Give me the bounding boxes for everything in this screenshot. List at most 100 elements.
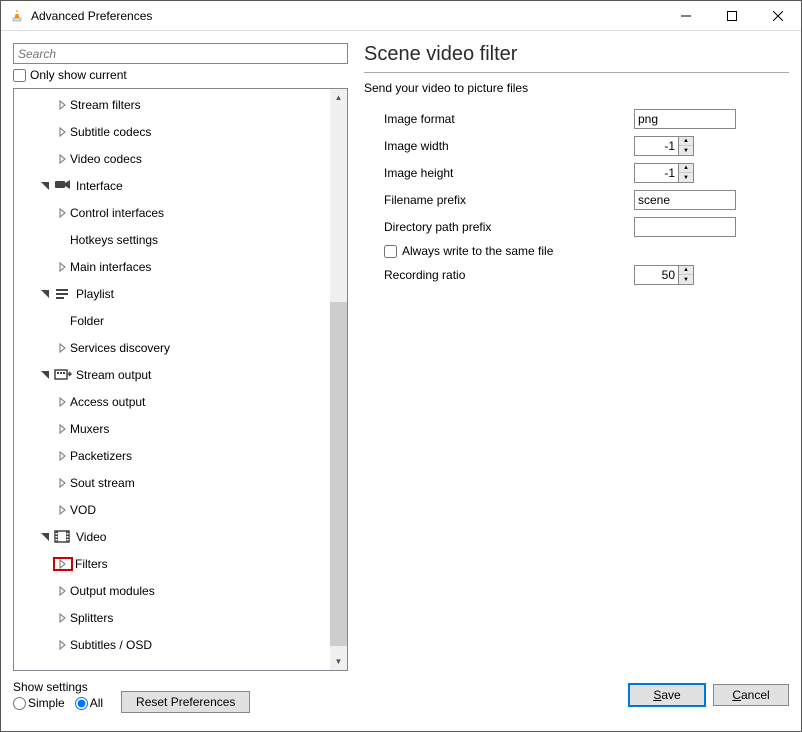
filename-prefix-input[interactable] xyxy=(634,190,736,210)
recording-ratio-input[interactable] xyxy=(634,265,678,285)
tree-item[interactable]: Video xyxy=(14,523,330,550)
spin-up-icon[interactable]: ▲ xyxy=(679,137,693,146)
tree-item[interactable]: Stream output xyxy=(14,361,330,388)
image-height-input[interactable] xyxy=(634,163,678,183)
tree-item[interactable]: Sout stream xyxy=(14,469,330,496)
spin-up-icon[interactable]: ▲ xyxy=(679,164,693,173)
chevron-right-icon[interactable] xyxy=(56,586,70,596)
minimize-button[interactable] xyxy=(663,1,709,31)
spin-down-icon[interactable]: ▼ xyxy=(679,146,693,155)
chevron-right-icon[interactable] xyxy=(56,505,70,515)
divider xyxy=(364,72,789,73)
cancel-button[interactable]: Cancel xyxy=(713,684,789,706)
tree-item[interactable]: Hotkeys settings xyxy=(14,226,330,253)
tree-item[interactable]: Video codecs xyxy=(14,145,330,172)
tree-item[interactable]: Muxers xyxy=(14,415,330,442)
title-bar: Advanced Preferences xyxy=(1,1,801,31)
spin-up-icon[interactable]: ▲ xyxy=(679,266,693,275)
image-width-label: Image width xyxy=(384,139,634,153)
tree-item[interactable]: VOD xyxy=(14,496,330,523)
scroll-up-button[interactable]: ▲ xyxy=(330,89,347,106)
tree-item[interactable]: Output modules xyxy=(14,577,330,604)
image-width-input[interactable] xyxy=(634,136,678,156)
scroll-thumb[interactable] xyxy=(330,302,347,646)
chevron-right-icon[interactable] xyxy=(56,208,70,218)
chevron-right-icon[interactable] xyxy=(56,613,70,623)
dir-prefix-input[interactable] xyxy=(634,217,736,237)
image-format-label: Image format xyxy=(384,112,634,126)
tree-item-label: Filters xyxy=(75,557,108,571)
chevron-right-icon[interactable] xyxy=(56,559,70,569)
chevron-right-icon[interactable] xyxy=(56,127,70,137)
tree-item[interactable]: Splitters xyxy=(14,604,330,631)
tree-item-label: Video codecs xyxy=(70,152,142,166)
highlight-box xyxy=(53,557,73,571)
left-panel: Only show current Stream filters Subtitle… xyxy=(13,43,348,671)
tree-item[interactable]: Folder xyxy=(14,307,330,334)
maximize-button[interactable] xyxy=(709,1,755,31)
right-panel: Scene video filter Send your video to pi… xyxy=(348,43,789,671)
chevron-right-icon[interactable] xyxy=(56,451,70,461)
search-input[interactable] xyxy=(13,43,348,64)
app-icon xyxy=(9,8,25,24)
chevron-right-icon[interactable] xyxy=(56,397,70,407)
only-show-current-input[interactable] xyxy=(13,69,26,82)
tree-item-label: Splitters xyxy=(70,611,113,625)
tree-item[interactable]: Subtitle codecs xyxy=(14,118,330,145)
tree-item-label: Subtitle codecs xyxy=(70,125,151,139)
tree-item-label: Control interfaces xyxy=(70,206,164,220)
stream-icon xyxy=(54,366,72,384)
chevron-right-icon[interactable] xyxy=(56,100,70,110)
tree-scrollbar[interactable]: ▲ ▼ xyxy=(330,89,347,670)
recording-ratio-label: Recording ratio xyxy=(384,268,634,282)
tree-item[interactable]: Main interfaces xyxy=(14,253,330,280)
tree-item-label: Subtitles / OSD xyxy=(70,638,152,652)
tree-item-label: Output modules xyxy=(70,584,155,598)
tree-item[interactable]: Control interfaces xyxy=(14,199,330,226)
preferences-tree[interactable]: Stream filters Subtitle codecs Video codec… xyxy=(14,89,330,670)
tree-item[interactable]: Playlist xyxy=(14,280,330,307)
save-button[interactable]: Save xyxy=(629,684,705,706)
tree-item-label: Interface xyxy=(76,179,123,193)
tree-item[interactable]: Stream filters xyxy=(14,91,330,118)
image-width-stepper[interactable]: ▲▼ xyxy=(634,136,694,156)
tree-item[interactable]: Packetizers xyxy=(14,442,330,469)
chevron-right-icon[interactable] xyxy=(56,478,70,488)
reset-preferences-button[interactable]: Reset Preferences xyxy=(121,691,250,713)
image-height-stepper[interactable]: ▲▼ xyxy=(634,163,694,183)
chevron-right-icon[interactable] xyxy=(56,640,70,650)
tree-item[interactable]: Subtitles / OSD xyxy=(14,631,330,658)
playlist-icon xyxy=(54,285,72,303)
chevron-down-icon[interactable] xyxy=(38,532,52,542)
tree-item[interactable]: Filters xyxy=(14,550,330,577)
scroll-track[interactable] xyxy=(330,106,347,653)
chevron-right-icon[interactable] xyxy=(56,262,70,272)
always-write-checkbox[interactable] xyxy=(384,245,397,258)
tree-item[interactable]: Access output xyxy=(14,388,330,415)
window-controls xyxy=(663,1,801,31)
chevron-right-icon[interactable] xyxy=(56,424,70,434)
image-format-input[interactable] xyxy=(634,109,736,129)
tree-item-label: Packetizers xyxy=(70,449,132,463)
tree-item-label: Main interfaces xyxy=(70,260,151,274)
chevron-down-icon[interactable] xyxy=(38,289,52,299)
tree-item[interactable]: Services discovery xyxy=(14,334,330,361)
section-title: Scene video filter xyxy=(364,43,789,66)
section-subtitle: Send your video to picture files xyxy=(364,81,789,95)
spin-down-icon[interactable]: ▼ xyxy=(679,275,693,284)
tree-item-label: Hotkeys settings xyxy=(70,233,158,247)
chevron-right-icon[interactable] xyxy=(56,343,70,353)
chevron-down-icon[interactable] xyxy=(38,181,52,191)
recording-ratio-stepper[interactable]: ▲▼ xyxy=(634,265,694,285)
chevron-right-icon[interactable] xyxy=(56,154,70,164)
spin-down-icon[interactable]: ▼ xyxy=(679,173,693,182)
tree-item-label: Video xyxy=(76,530,106,544)
chevron-down-icon[interactable] xyxy=(38,370,52,380)
only-show-current-checkbox[interactable]: Only show current xyxy=(13,68,348,82)
close-button[interactable] xyxy=(755,1,801,31)
simple-radio[interactable]: Simple xyxy=(13,696,65,710)
all-radio[interactable]: All xyxy=(75,696,103,710)
tree-item[interactable]: Interface xyxy=(14,172,330,199)
scroll-down-button[interactable]: ▼ xyxy=(330,653,347,670)
tree-item-label: Services discovery xyxy=(70,341,170,355)
